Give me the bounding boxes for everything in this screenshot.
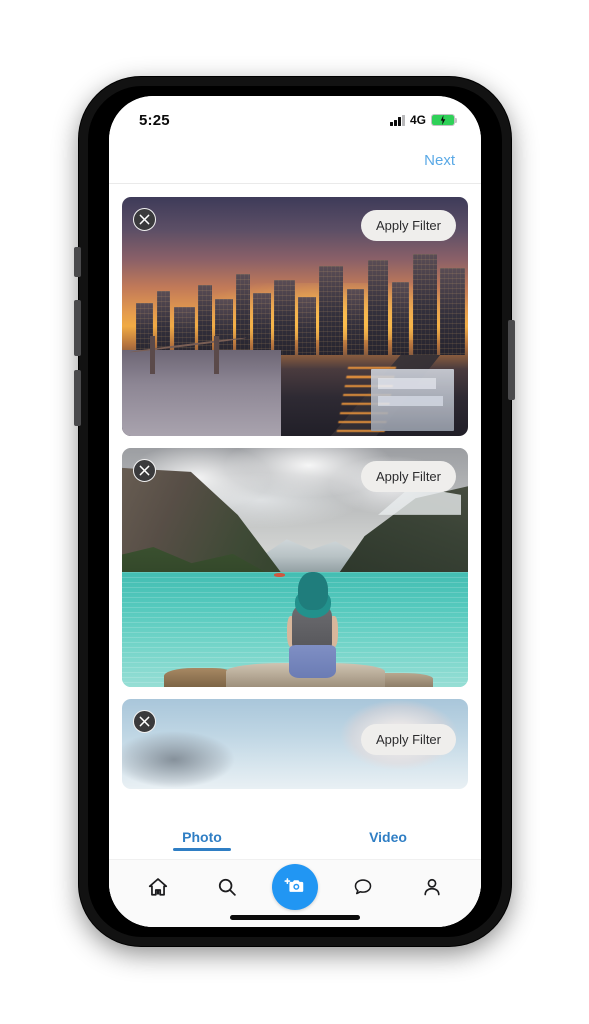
close-circle-icon[interactable] [133, 208, 156, 231]
photo-feed[interactable]: Apply Filter Apply Filter Apply Filter [109, 184, 481, 927]
close-x-glyph [139, 465, 150, 476]
camera-add-icon [284, 878, 304, 892]
nav-home[interactable] [134, 867, 182, 907]
volume-up-button[interactable] [74, 300, 81, 356]
nav-profile[interactable] [408, 867, 456, 907]
nav-camera[interactable] [271, 863, 318, 910]
tab-photo-label: Photo [182, 829, 222, 845]
close-circle-icon[interactable] [133, 459, 156, 482]
chat-bubble-icon [354, 878, 372, 894]
close-x-glyph [139, 716, 150, 727]
mute-switch-button[interactable] [74, 247, 81, 277]
bottom-navigation-bar [109, 859, 481, 927]
nav-search[interactable] [203, 867, 251, 907]
power-button[interactable] [508, 320, 515, 400]
status-indicators: 4G [390, 113, 458, 127]
screenshot-canvas: 5:25 4G Next Apply Filter Apply Filter A… [0, 0, 589, 1024]
apply-filter-button[interactable]: Apply Filter [360, 210, 456, 241]
photo-card[interactable]: Apply Filter [122, 699, 468, 789]
top-bar: Next [109, 138, 481, 184]
home-indicator [230, 915, 360, 920]
volume-down-button[interactable] [74, 370, 81, 426]
media-type-tabs: Photo Video [109, 821, 481, 859]
network-type-label: 4G [409, 113, 426, 127]
nav-messages[interactable] [339, 867, 387, 907]
next-button[interactable]: Next [424, 152, 455, 169]
status-time: 5:25 [139, 111, 170, 129]
battery-charging-icon [431, 114, 458, 126]
home-icon [148, 877, 167, 896]
tab-active-indicator [173, 848, 231, 851]
signal-bars-icon [390, 114, 405, 126]
person-icon [424, 878, 440, 895]
apply-filter-button[interactable]: Apply Filter [360, 461, 456, 492]
close-x-glyph [139, 214, 150, 225]
tab-video-label: Video [369, 829, 407, 845]
tab-video[interactable]: Video [295, 821, 481, 859]
photo-card[interactable]: Apply Filter [122, 197, 468, 436]
lightning-bolt-icon [440, 115, 446, 125]
apply-filter-button[interactable]: Apply Filter [360, 724, 456, 755]
status-bar: 5:25 4G [109, 96, 481, 138]
tab-photo[interactable]: Photo [109, 821, 295, 859]
close-circle-icon[interactable] [133, 710, 156, 733]
phone-screen: 5:25 4G Next Apply Filter Apply Filter A… [109, 96, 481, 927]
photo-card[interactable]: Apply Filter [122, 448, 468, 687]
search-icon [218, 878, 236, 896]
